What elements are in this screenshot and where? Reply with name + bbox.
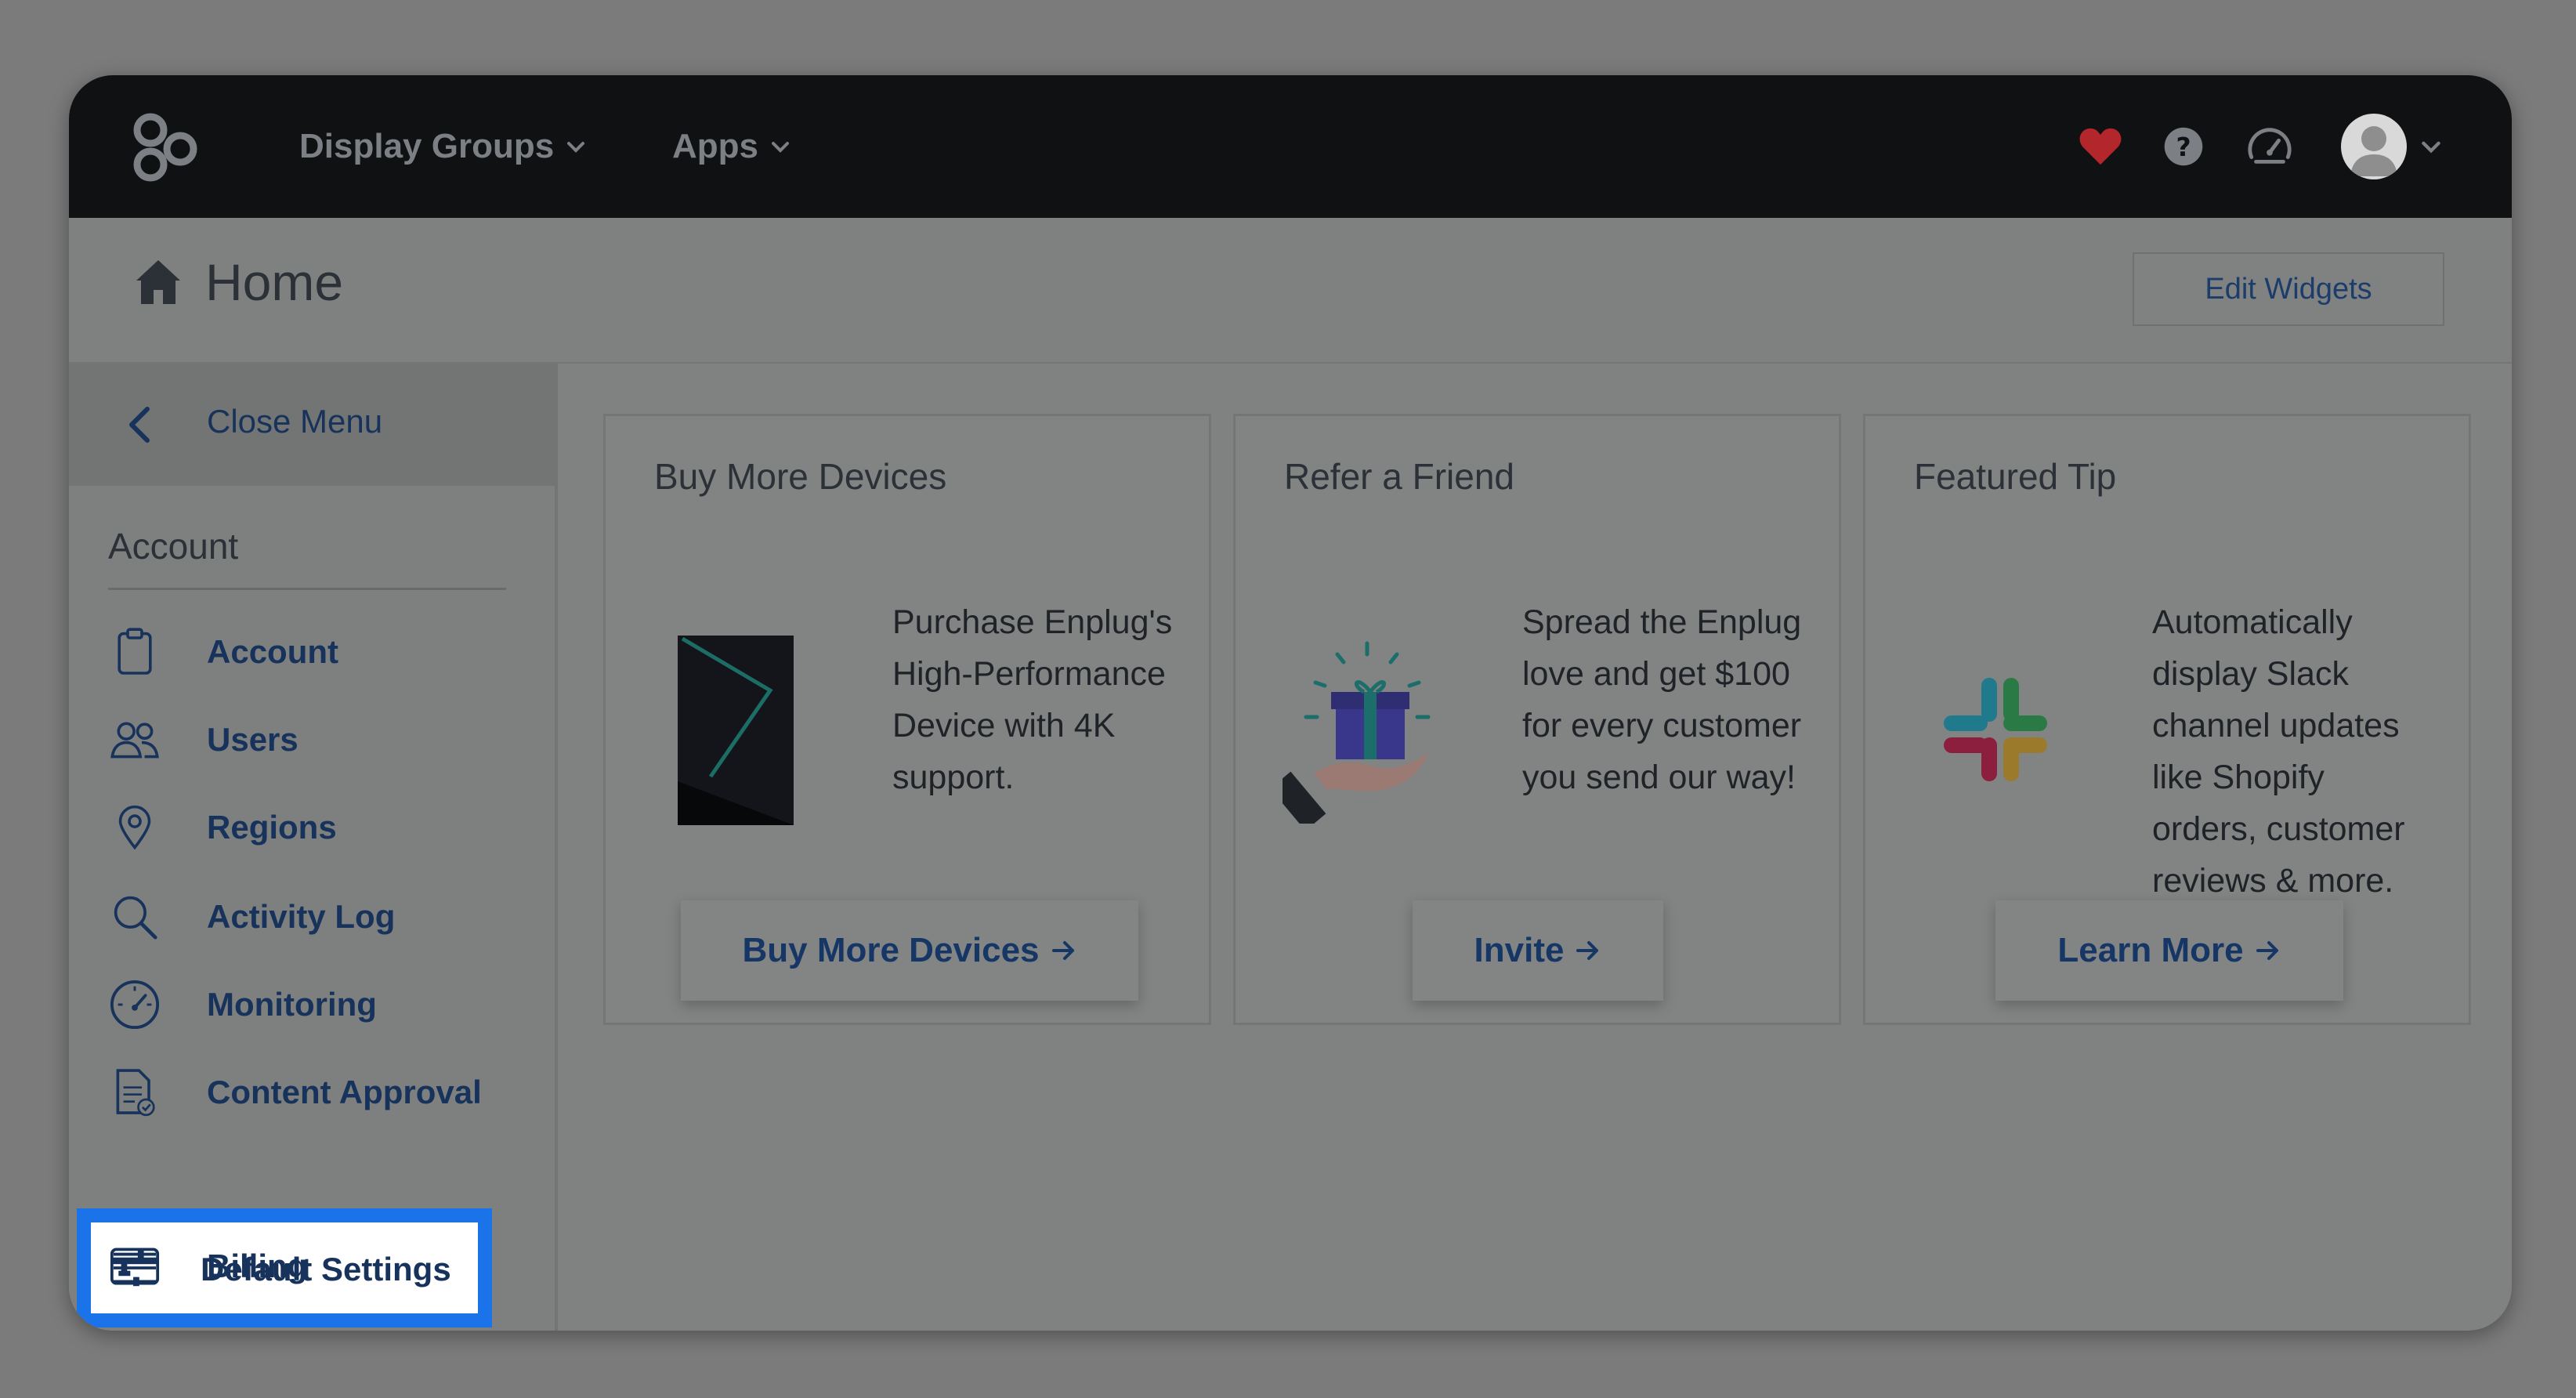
card-description: Automatically display Slack channel upda… [2152, 603, 2405, 900]
close-menu-label: Close Menu [207, 403, 383, 440]
button-label: Buy More Devices [742, 931, 1040, 969]
sidebar-item-label: Regions [207, 809, 337, 846]
page-title: Home [205, 253, 344, 311]
sidebar-item-content-approval[interactable]: Content Approval [108, 1055, 516, 1130]
featured-tip-card: Featured Tip Automatically display Slack… [1863, 414, 2471, 1025]
buy-devices-card: Buy More Devices Purchase Enplug's High-… [603, 414, 1211, 1025]
help-icon[interactable]: ? [2155, 118, 2212, 176]
avatar [2341, 114, 2407, 179]
sidebar-item-monitoring[interactable]: Monitoring [108, 967, 516, 1042]
sidebar-item-label: Content Approval [207, 1074, 482, 1110]
app-window: Display Groups Apps ? Home Edit Widgets [69, 75, 2512, 1331]
card-description: Spread the Enplug love and get $100 for … [1522, 603, 1802, 796]
users-icon [108, 713, 161, 766]
heart-icon[interactable] [2071, 118, 2129, 176]
sidebar-section-title: Account [108, 526, 239, 567]
slack-logo-icon [1941, 675, 2050, 784]
gift-hand-image [1270, 636, 1447, 831]
chevron-down-icon [772, 142, 789, 153]
page-header: Home Edit Widgets [69, 218, 2512, 364]
edit-widgets-button[interactable]: Edit Widgets [2133, 252, 2444, 326]
sidebar-item-label: Account [207, 633, 338, 670]
learn-more-button[interactable]: Learn More [1995, 900, 2343, 1001]
arrow-right-icon [1576, 941, 1599, 960]
card-description: Purchase Enplug's High-Performance Devic… [892, 603, 1173, 796]
sidebar-item-billing[interactable]: Billing [108, 1229, 516, 1304]
button-label: Invite [1474, 931, 1565, 969]
sidebar-item-activity-log[interactable]: Activity Log [108, 879, 516, 954]
nav-display-groups[interactable]: Display Groups [299, 121, 587, 172]
card-title: Refer a Friend [1284, 456, 1515, 497]
close-menu-button[interactable]: Close Menu [69, 364, 555, 486]
top-navigation-bar: Display Groups Apps ? [69, 75, 2512, 218]
document-check-icon [108, 1066, 161, 1119]
nav-apps-label: Apps [672, 127, 758, 165]
button-label: Learn More [2057, 931, 2244, 969]
nav-apps[interactable]: Apps [672, 121, 791, 172]
sidebar-item-regions[interactable]: Regions [108, 790, 516, 865]
sidebar: Close Menu Account Account Users Regions [69, 364, 558, 1331]
arrow-right-icon [2256, 941, 2278, 960]
credit-card-icon [108, 1240, 161, 1293]
card-title: Featured Tip [1914, 456, 2117, 497]
logo-icon[interactable] [128, 110, 202, 183]
sidebar-item-users[interactable]: Users [108, 702, 516, 777]
device-image [678, 636, 794, 825]
clipboard-icon [108, 625, 161, 679]
nav-display-groups-label: Display Groups [299, 127, 555, 165]
sidebar-item-label: Billing [207, 1248, 308, 1284]
sidebar-item-account[interactable]: Account [108, 614, 516, 690]
card-title: Buy More Devices [654, 456, 947, 497]
speedometer-icon[interactable] [2241, 118, 2299, 176]
chevron-down-icon [567, 142, 585, 153]
sidebar-item-label: Users [207, 721, 298, 758]
buy-more-devices-button[interactable]: Buy More Devices [681, 900, 1138, 1001]
refer-friend-card: Refer a Friend Spread the Enplug love an… [1233, 414, 1841, 1025]
user-menu[interactable] [2341, 111, 2443, 182]
search-icon [108, 890, 161, 943]
svg-text:?: ? [2176, 132, 2191, 162]
chevron-down-icon [2422, 141, 2440, 154]
speedometer-icon [108, 978, 161, 1031]
sidebar-item-label: Activity Log [207, 898, 396, 935]
chevron-left-icon [129, 407, 150, 443]
divider [108, 588, 506, 590]
sidebar-item-label: Monitoring [207, 986, 377, 1023]
invite-button[interactable]: Invite [1413, 900, 1663, 1001]
arrow-right-icon [1051, 941, 1074, 960]
home-icon [133, 257, 183, 307]
map-pin-icon [108, 801, 161, 854]
